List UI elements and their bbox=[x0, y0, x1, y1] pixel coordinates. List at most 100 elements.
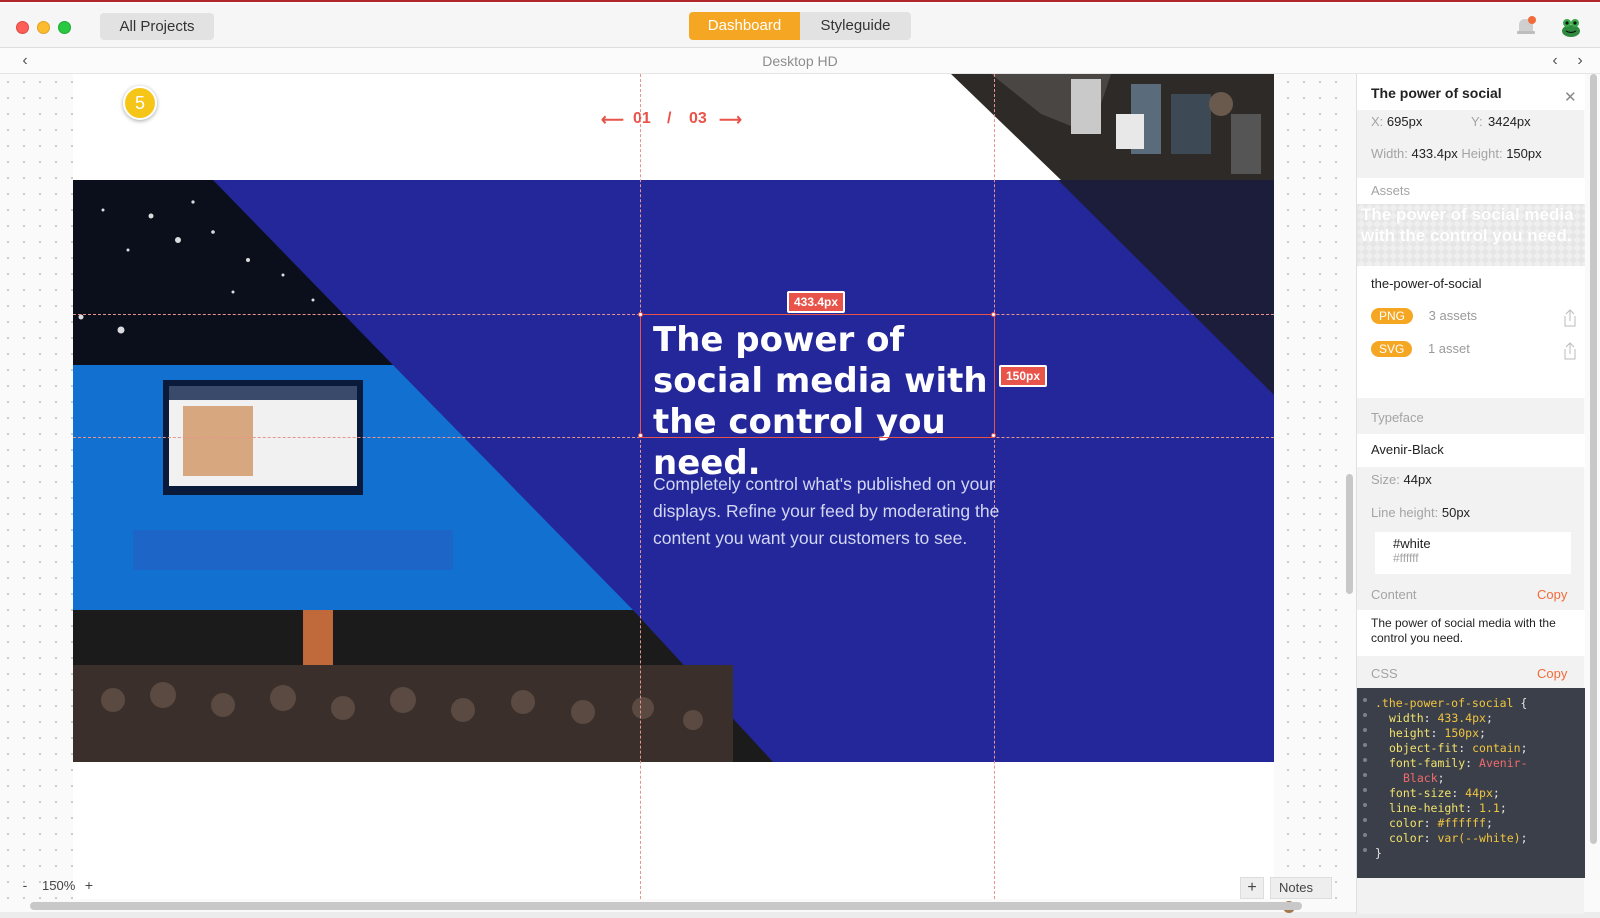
asset-name-row: the-power-of-social bbox=[1357, 266, 1585, 302]
y-value[interactable]: 3424px bbox=[1488, 114, 1531, 129]
canvas-horizontal-scrollbar[interactable] bbox=[30, 902, 1302, 910]
line-height-value[interactable]: 50px bbox=[1442, 505, 1470, 520]
canvas-vertical-scrollbar[interactable] bbox=[1346, 474, 1353, 594]
inspector-panel: The power of social ✕ X: 695px Y: 3424px… bbox=[1356, 74, 1585, 914]
notes-label: Notes bbox=[1279, 880, 1313, 895]
copy-css-button[interactable]: Copy bbox=[1537, 666, 1567, 681]
font-size-value[interactable]: 44px bbox=[1404, 472, 1432, 487]
layer-title: The power of social bbox=[1371, 85, 1502, 101]
artboard-nav-bar: ‹ Desktop HD ‹ › bbox=[0, 49, 1600, 74]
zoom-window-button[interactable] bbox=[58, 21, 71, 34]
width-label: Width: bbox=[1371, 146, 1408, 161]
width-value[interactable]: 433.4px bbox=[1411, 146, 1457, 161]
add-button[interactable]: + bbox=[1240, 877, 1264, 899]
asset-preview[interactable]: The power of social media with the contr… bbox=[1357, 204, 1585, 266]
copy-content-button[interactable]: Copy bbox=[1537, 587, 1567, 602]
css-prop: color bbox=[1389, 831, 1424, 845]
css-value: Black bbox=[1403, 771, 1438, 785]
css-value: 433.4px bbox=[1437, 711, 1486, 725]
prev-slide-arrow-icon[interactable]: ⟵ bbox=[601, 110, 624, 130]
png-export-row: PNG 3 assets bbox=[1357, 302, 1585, 335]
zoom-level: 150% bbox=[42, 878, 76, 893]
position-row: X: 695px Y: 3424px bbox=[1357, 114, 1585, 138]
x-value[interactable]: 695px bbox=[1387, 114, 1422, 129]
next-artboard-chevron-icon[interactable]: › bbox=[1570, 51, 1590, 71]
content-label: Content bbox=[1371, 587, 1417, 602]
share-icon[interactable] bbox=[1562, 309, 1578, 327]
typeface-header: Typeface bbox=[1357, 410, 1585, 434]
code-gutter bbox=[1363, 698, 1367, 863]
css-value: 150px bbox=[1444, 726, 1480, 740]
png-count: 3 assets bbox=[1428, 308, 1478, 323]
view-switcher: Dashboard Styleguide bbox=[689, 12, 911, 40]
title-bar: All Projects Dashboard Styleguide bbox=[0, 4, 1600, 48]
typeface-label: Typeface bbox=[1371, 410, 1424, 425]
css-close-brace: } bbox=[1375, 846, 1382, 860]
app-window: All Projects Dashboard Styleguide ‹ Desk… bbox=[0, 0, 1600, 914]
css-header: CSS Copy bbox=[1357, 666, 1585, 688]
css-prop: color bbox=[1389, 816, 1424, 830]
size-row: Width: 433.4px Height: 150px bbox=[1357, 146, 1585, 170]
resize-handle[interactable] bbox=[991, 433, 996, 438]
canvas-bottom-bar: - 150% + + Notes bbox=[0, 877, 1340, 913]
typeface-value[interactable]: Avenir-Black bbox=[1371, 442, 1444, 457]
design-canvas[interactable]: 5 ⟵ 01 / 03 ⟶ The power of social media … bbox=[0, 74, 1340, 899]
font-size-row: Size: 44px bbox=[1357, 472, 1585, 496]
device-label: Desktop HD bbox=[762, 53, 838, 69]
color-swatch-row[interactable]: #white #ffffff bbox=[1371, 532, 1571, 574]
line-height-row: Line height: 50px bbox=[1357, 505, 1585, 529]
guide-vertical-left bbox=[640, 74, 641, 899]
width-measure-tag: 433.4px bbox=[787, 291, 846, 313]
height-label: Height: bbox=[1461, 146, 1503, 161]
svg-count: 1 asset bbox=[1427, 341, 1470, 356]
pager-current: 01 bbox=[633, 110, 651, 127]
css-value: var(--white) bbox=[1437, 831, 1521, 845]
share-icon[interactable] bbox=[1562, 342, 1578, 360]
x-label: X: bbox=[1371, 114, 1384, 129]
crowd-photo-top bbox=[951, 74, 1274, 180]
css-selector: .the-power-of-social bbox=[1375, 696, 1514, 710]
notification-bell-icon[interactable] bbox=[1515, 16, 1537, 38]
content-header: Content Copy bbox=[1357, 587, 1585, 611]
artboard[interactable]: 5 ⟵ 01 / 03 ⟶ The power of social media … bbox=[73, 74, 1274, 899]
tab-styleguide[interactable]: Styleguide bbox=[800, 12, 911, 40]
pager-separator: / bbox=[667, 110, 672, 127]
png-badge[interactable]: PNG bbox=[1371, 308, 1414, 324]
zoom-out-button[interactable]: - bbox=[18, 877, 32, 893]
svg-badge[interactable]: SVG bbox=[1371, 341, 1413, 357]
assets-header: Assets bbox=[1357, 178, 1585, 204]
notes-button[interactable]: Notes bbox=[1270, 877, 1332, 913]
user-avatar[interactable] bbox=[1559, 15, 1583, 39]
tab-dashboard[interactable]: Dashboard bbox=[689, 12, 800, 40]
close-window-button[interactable] bbox=[16, 21, 29, 34]
step-badge[interactable]: 5 bbox=[123, 86, 157, 120]
slide-pager: ⟵ 01 / 03 ⟶ bbox=[601, 110, 761, 130]
content-text-row: The power of social media with the contr… bbox=[1357, 610, 1585, 656]
minimize-window-button[interactable] bbox=[37, 21, 50, 34]
css-prop: font-family bbox=[1389, 756, 1466, 770]
css-prop: line-height bbox=[1389, 801, 1466, 815]
pager-total: 03 bbox=[689, 110, 707, 127]
resize-handle[interactable] bbox=[991, 312, 996, 317]
height-value[interactable]: 150px bbox=[1506, 146, 1541, 161]
all-projects-button[interactable]: All Projects bbox=[100, 13, 214, 40]
color-name: #white bbox=[1393, 536, 1431, 551]
content-text[interactable]: The power of social media with the contr… bbox=[1371, 616, 1556, 645]
assets-label: Assets bbox=[1371, 183, 1411, 198]
hero-subcopy[interactable]: Completely control what's published on y… bbox=[653, 471, 1033, 552]
css-prop: font-size bbox=[1389, 786, 1452, 800]
zoom-in-button[interactable]: + bbox=[82, 877, 96, 893]
css-code-block[interactable]: .the-power-of-social { width: 433.4px; h… bbox=[1357, 688, 1585, 878]
resize-handle[interactable] bbox=[638, 433, 643, 438]
prev-artboard-chevron-icon[interactable]: ‹ bbox=[1545, 51, 1565, 71]
asset-spacer bbox=[1357, 368, 1585, 398]
css-prop: height bbox=[1389, 726, 1431, 740]
css-value: 44px bbox=[1465, 786, 1493, 800]
next-slide-arrow-icon[interactable]: ⟶ bbox=[719, 110, 742, 130]
css-value: contain bbox=[1472, 741, 1521, 755]
selection-box[interactable] bbox=[638, 312, 996, 438]
css-value: Avenir- bbox=[1479, 756, 1528, 770]
resize-handle[interactable] bbox=[638, 312, 643, 317]
close-icon[interactable]: ✕ bbox=[1564, 88, 1577, 106]
panel-scrollbar[interactable] bbox=[1590, 74, 1597, 844]
